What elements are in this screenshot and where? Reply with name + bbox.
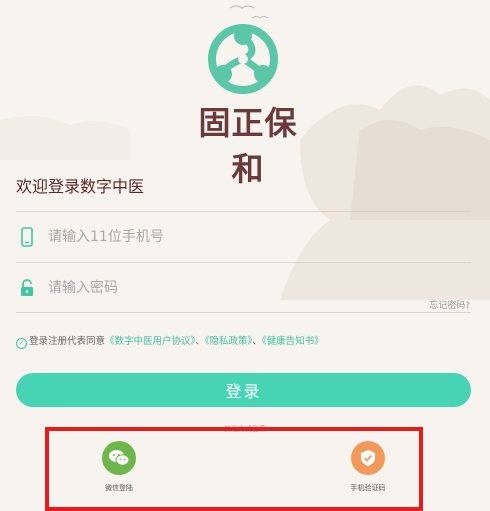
- login-button[interactable]: 登录: [16, 373, 471, 407]
- phone-input[interactable]: [46, 228, 430, 246]
- agreement-prefix: 登录注册代表同意: [29, 336, 106, 347]
- brand-name: 固正保和: [198, 104, 298, 188]
- separator: 、: [252, 336, 262, 347]
- wechat-login-button[interactable]: 微信登陆: [79, 441, 159, 493]
- sms-login-label: 手机验证码: [350, 484, 386, 492]
- password-input[interactable]: [46, 279, 430, 297]
- divider: [16, 262, 471, 263]
- user-agreement-link[interactable]: 《数字中医用户协议》: [105, 336, 195, 347]
- password-field[interactable]: [16, 268, 471, 308]
- lock-icon: [18, 277, 36, 299]
- wechat-login-label: 微信登陆: [105, 484, 133, 492]
- sms-login-button[interactable]: 手机验证码: [328, 441, 408, 493]
- brand-logo-icon: [208, 24, 278, 94]
- welcome-title: 欢迎登录数字中医: [16, 177, 145, 196]
- privacy-policy-link[interactable]: 《隐私政策》: [205, 336, 253, 347]
- agree-checkbox[interactable]: ✓: [16, 338, 27, 349]
- forgot-password-link[interactable]: 忘记密码?: [429, 298, 470, 311]
- shield-check-icon: [351, 441, 385, 475]
- divider: [16, 312, 471, 313]
- phone-field[interactable]: [16, 217, 471, 257]
- wechat-icon: [102, 441, 136, 475]
- separator: 、: [195, 336, 205, 347]
- health-notice-link[interactable]: 《健康告知书》: [262, 336, 324, 347]
- agreement-row: ✓ 登录注册代表同意《数字中医用户协议》、《隐私政策》、《健康告知书》: [16, 333, 324, 349]
- divider: [16, 211, 471, 212]
- phone-icon: [18, 226, 36, 248]
